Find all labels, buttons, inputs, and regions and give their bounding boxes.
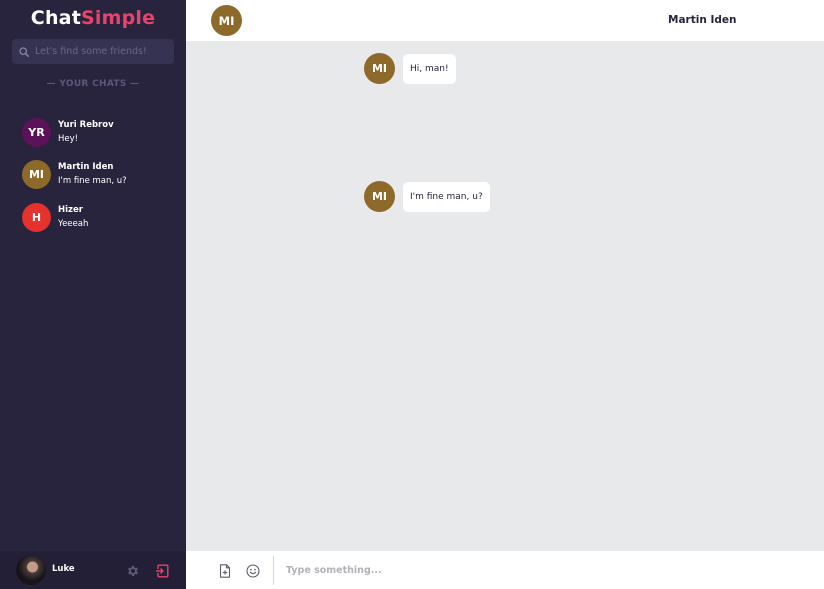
- sidebar-footer: Luke: [0, 551, 186, 589]
- chat-name: Martin Iden: [58, 161, 114, 172]
- chat-item-yuri-rebrov[interactable]: YR Yuri Rebrov Hey!: [0, 112, 186, 152]
- brand-part-2: Simple: [80, 7, 156, 29]
- chat-item-hizer[interactable]: H Hizer Yeeeah: [0, 197, 186, 237]
- attach-file-button[interactable]: [219, 563, 231, 582]
- search-icon: [19, 46, 29, 57]
- message-composer: [186, 551, 824, 589]
- avatar: MI: [22, 159, 51, 189]
- logout-button[interactable]: [155, 563, 169, 582]
- chat-last-message: Hey!: [58, 133, 79, 144]
- message-input[interactable]: [286, 560, 786, 580]
- chat-name: Hizer: [58, 204, 83, 215]
- avatar: H: [22, 202, 51, 232]
- user-name: Luke: [52, 564, 75, 574]
- message-item: MI I'm fine man, u?: [364, 181, 490, 212]
- avatar: YR: [22, 117, 51, 147]
- emoji-button[interactable]: [246, 563, 260, 582]
- message-avatar: MI: [364, 181, 395, 212]
- file-plus-icon: [219, 564, 231, 578]
- sidebar: ChatSimple — YOUR CHATS — YR Yuri Rebrov…: [0, 0, 186, 589]
- message-avatar: MI: [364, 53, 395, 84]
- search-box[interactable]: [12, 39, 174, 64]
- app-logo: ChatSimple: [0, 7, 186, 29]
- composer-divider: [273, 556, 274, 585]
- user-avatar[interactable]: [16, 555, 46, 585]
- your-chats-heading: — YOUR CHATS —: [46, 79, 140, 89]
- chat-item-martin-iden[interactable]: MI Martin Iden I'm fine man, u?: [0, 154, 186, 194]
- logout-icon: [155, 564, 169, 578]
- header-avatar[interactable]: MI: [211, 5, 242, 36]
- chat-name: Yuri Rebrov: [58, 119, 114, 130]
- search-input[interactable]: [35, 46, 173, 57]
- chat-header: MI Martin Iden: [186, 0, 824, 41]
- chat-title: Martin Iden: [668, 14, 737, 26]
- chat-last-message: Yeeeah: [58, 218, 89, 229]
- brand-part-1: Chat: [30, 7, 81, 29]
- message-bubble: I'm fine man, u?: [403, 181, 490, 212]
- settings-button[interactable]: [126, 563, 140, 582]
- gear-icon: [127, 565, 139, 577]
- message-item: MI Hi, man!: [364, 53, 456, 84]
- message-bubble: Hi, man!: [403, 53, 456, 84]
- chat-last-message: I'm fine man, u?: [58, 175, 127, 186]
- smiley-icon: [246, 564, 260, 578]
